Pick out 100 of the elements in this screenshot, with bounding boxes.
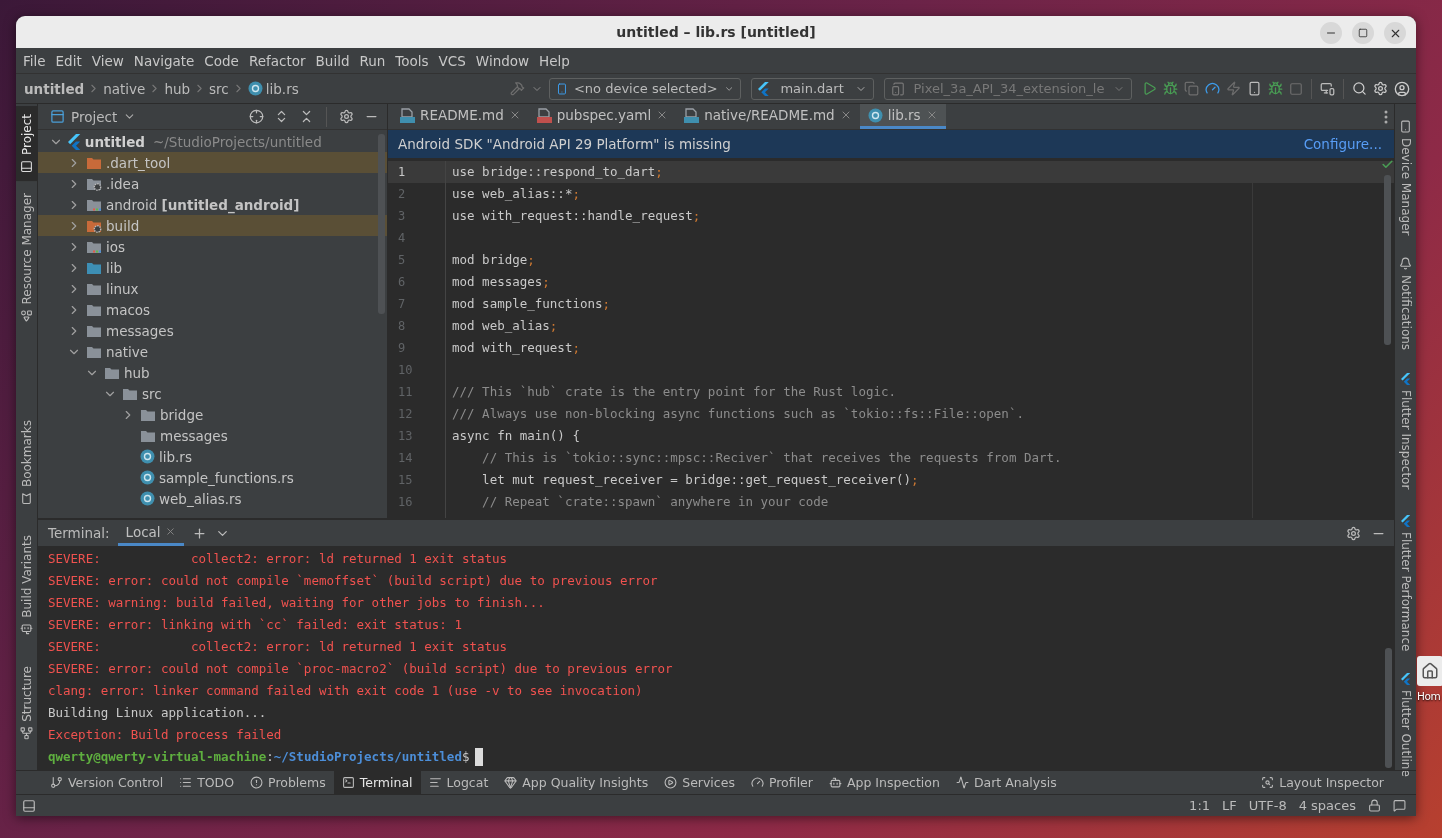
settings-icon[interactable] — [1346, 525, 1361, 541]
notification-icon[interactable] — [1393, 799, 1406, 812]
file-name: messages — [160, 427, 228, 444]
menu-item[interactable]: Tools — [390, 52, 434, 69]
editor-tab[interactable]: lib.rs — [859, 104, 946, 129]
maximize-button[interactable] — [1352, 22, 1374, 44]
more-icon[interactable] — [1384, 109, 1388, 124]
run-config-dropdown[interactable]: main.dart — [751, 77, 874, 100]
scrollbar-thumb[interactable] — [1385, 648, 1392, 768]
editor-tab[interactable]: native/README.md — [676, 104, 860, 129]
tool-window-button[interactable]: Logcat — [420, 771, 497, 794]
breadcrumb[interactable]: hub — [164, 80, 191, 97]
lightning-icon[interactable] — [1226, 81, 1241, 96]
add-icon[interactable] — [191, 525, 207, 541]
editor-tab[interactable]: README.md — [392, 104, 529, 129]
tree-row[interactable]: hub — [38, 362, 387, 383]
tool-window-button[interactable]: Services — [656, 771, 743, 794]
status-item[interactable]: 1:1 — [1189, 798, 1211, 813]
menu-item[interactable]: Build — [310, 52, 355, 69]
tree-row[interactable]: untitled ~/StudioProjects/untitled — [38, 131, 387, 152]
tool-window-button[interactable]: App Quality Insights — [496, 771, 657, 794]
profiler-icon[interactable] — [1205, 81, 1220, 96]
settings-icon[interactable] — [339, 109, 354, 124]
breadcrumb[interactable]: native — [103, 80, 146, 97]
tool-window-button[interactable]: Layout Inspector — [1253, 771, 1392, 794]
tool-window-tab[interactable]: Device Manager — [1395, 112, 1416, 244]
menu-item[interactable]: VCS — [433, 52, 471, 69]
settings-icon[interactable] — [1373, 81, 1388, 96]
tool-window-button[interactable]: Profiler — [742, 771, 821, 794]
breadcrumb[interactable]: lib.rs — [265, 80, 299, 97]
debug-icon[interactable] — [1163, 81, 1178, 96]
status-item[interactable]: UTF-8 — [1248, 798, 1287, 813]
tool-window-tab[interactable]: Flutter Performance — [1395, 506, 1416, 660]
configure-link[interactable]: Configure... — [1303, 136, 1382, 152]
editor-tab[interactable]: pubspec.yaml — [528, 104, 677, 129]
tree-row[interactable]: src — [38, 383, 387, 404]
home-folder-icon[interactable] — [1421, 662, 1439, 680]
panel-toggle-icon[interactable] — [22, 798, 36, 813]
tool-window-button[interactable]: Dart Analysis — [947, 771, 1065, 794]
status-item[interactable]: 4 spaces — [1298, 798, 1356, 813]
tree-row[interactable]: bridge — [38, 404, 387, 425]
tree-row[interactable]: messages — [38, 425, 387, 446]
device-icon[interactable] — [1247, 81, 1262, 96]
tool-window-tab[interactable]: Flutter Outline — [1395, 665, 1416, 786]
code-line: let mut request_receiver = bridge::get_request_receiver(); — [481, 472, 919, 487]
tool-window-tab[interactable]: Project — [16, 106, 37, 182]
tool-window-button[interactable]: Terminal — [333, 771, 421, 794]
menu-item[interactable]: Run — [354, 52, 391, 69]
breadcrumb[interactable]: src — [209, 80, 229, 97]
tree-row[interactable]: macos — [38, 299, 387, 320]
tree-row[interactable]: android [untitled_android] — [38, 194, 387, 215]
desktop-icon-label[interactable]: Hom — [1417, 690, 1441, 702]
locate-icon[interactable] — [249, 109, 264, 124]
account-icon[interactable] — [1394, 80, 1410, 97]
coverage-icon[interactable] — [1184, 81, 1199, 96]
scrollbar-thumb[interactable] — [378, 134, 385, 314]
terminal-tab[interactable]: Local — [117, 520, 184, 546]
tree-row[interactable]: messages — [38, 320, 387, 341]
tool-window-tab[interactable]: Build Variants — [16, 527, 37, 645]
tool-window-button[interactable]: App Inspection — [820, 771, 948, 794]
tool-window-button[interactable]: Version Control — [42, 771, 172, 794]
tool-window-tab[interactable]: Notifications — [1395, 249, 1416, 359]
menu-item[interactable]: Help — [534, 52, 575, 69]
tree-row[interactable]: .dart_tool — [38, 152, 387, 173]
tree-row[interactable]: web_alias.rs — [38, 488, 387, 509]
tree-row[interactable]: sample_functions.rs — [38, 467, 387, 488]
panel-title[interactable]: Project — [71, 108, 118, 125]
status-item[interactable]: LF — [1222, 798, 1237, 813]
tool-window-tab[interactable]: Bookmarks — [16, 412, 37, 514]
tool-window-tab[interactable]: Flutter Inspector — [1395, 364, 1416, 497]
tree-row[interactable]: native — [38, 341, 387, 362]
minimize-button[interactable] — [1320, 22, 1342, 44]
close-icon[interactable] — [164, 526, 176, 537]
menu-item[interactable]: Refactor — [243, 52, 311, 69]
tree-row[interactable]: lib — [38, 257, 387, 278]
tree-row[interactable]: build — [38, 215, 387, 236]
device-manager-icon[interactable] — [1320, 81, 1335, 96]
tool-window-tab[interactable]: Structure — [16, 658, 37, 748]
menu-item[interactable]: File — [18, 52, 51, 69]
tree-row[interactable]: .idea — [38, 173, 387, 194]
menu-item[interactable]: Edit — [50, 52, 87, 69]
menu-item[interactable]: Navigate — [128, 52, 200, 69]
search-icon[interactable] — [1352, 81, 1367, 96]
menu-item[interactable]: Code — [199, 52, 244, 69]
tree-row[interactable]: lib.rs — [38, 446, 387, 467]
menu-item[interactable]: View — [86, 52, 129, 69]
tree-row[interactable]: ios — [38, 236, 387, 257]
hammer-icon[interactable] — [510, 81, 525, 96]
tool-window-tab[interactable]: Resource Manager — [16, 185, 37, 331]
run-icon[interactable] — [1142, 81, 1157, 96]
tool-window-button[interactable]: Problems — [242, 771, 334, 794]
scrollbar-thumb[interactable] — [1383, 175, 1391, 345]
tool-window-button[interactable]: TODO — [171, 771, 243, 794]
device-dropdown[interactable]: <no device selected> — [549, 77, 741, 100]
lock-icon[interactable] — [1368, 799, 1381, 812]
breadcrumb[interactable]: untitled — [24, 80, 85, 97]
menu-item[interactable]: Window — [470, 52, 535, 69]
attach-debugger-icon[interactable] — [1268, 81, 1283, 96]
tree-row[interactable]: linux — [38, 278, 387, 299]
close-button[interactable] — [1384, 22, 1406, 44]
